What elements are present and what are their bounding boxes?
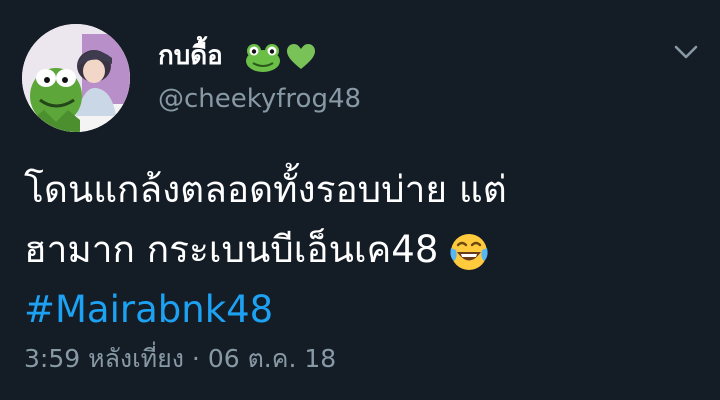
tweet-card: กบดื้อ @cheekyfrog48 โดนแกล้งตลอดทั้งรอบ… bbox=[0, 0, 720, 400]
tweet-text: โดนแกล้งตลอดทั้งรอบบ่าย แต่ ฮามาก กระเบน… bbox=[24, 160, 684, 340]
display-name[interactable]: กบดื้อ bbox=[158, 40, 223, 72]
frog-icon bbox=[246, 44, 280, 72]
hashtag-link[interactable]: #Mairabnk48 bbox=[24, 280, 684, 340]
tweet-timestamp[interactable]: 3:59 หลังเที่ยง · 06 ต.ค. 18 bbox=[24, 342, 336, 376]
user-handle[interactable]: @cheekyfrog48 bbox=[158, 82, 361, 116]
avatar-image bbox=[22, 24, 130, 132]
tweet-text-line-2-wrap: ฮามาก กระเบนบีเอ็นเค48 bbox=[24, 220, 684, 280]
tears-of-joy-icon bbox=[450, 233, 488, 270]
chevron-down-icon[interactable] bbox=[672, 40, 700, 64]
green-heart-icon bbox=[287, 44, 315, 69]
tweet-text-line-2: ฮามาก กระเบนบีเอ็นเค48 bbox=[24, 228, 439, 271]
tweet-text-line-1: โดนแกล้งตลอดทั้งรอบบ่าย แต่ bbox=[24, 168, 507, 211]
avatar[interactable] bbox=[22, 24, 130, 132]
name-emojis bbox=[244, 40, 316, 74]
